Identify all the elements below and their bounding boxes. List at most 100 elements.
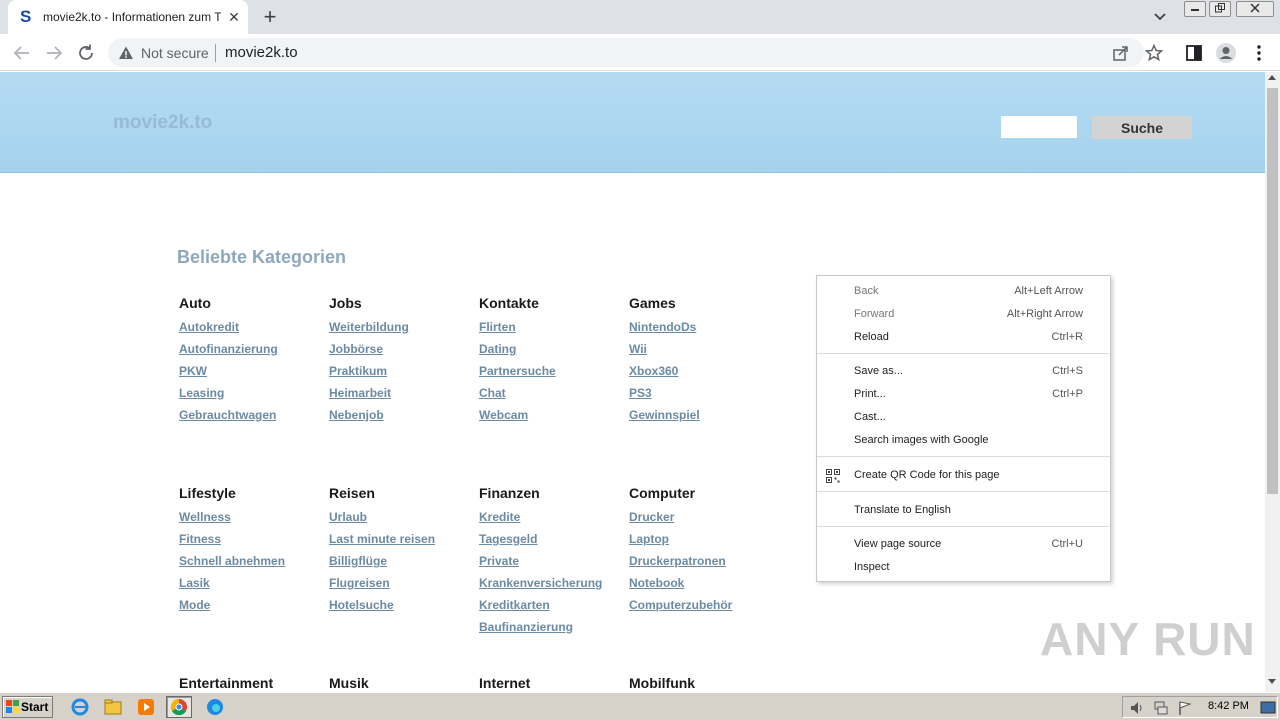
menu-item-print[interactable]: Print... Ctrl+P [817,383,1110,406]
menu-item-create-qr[interactable]: Create QR Code for this page [817,464,1110,487]
category-link[interactable]: Schnell abnehmen [179,550,329,572]
category-link[interactable]: Flugreisen [329,572,479,594]
close-window-button[interactable] [1236,1,1274,17]
volume-icon[interactable] [1129,700,1145,716]
share-icon[interactable] [1112,44,1130,62]
bookmark-star-icon[interactable] [1145,44,1163,62]
browser-tab[interactable]: S movie2k.to - Informationen zum The ✕ [8,0,248,34]
section-heading: Beliebte Kategorien [177,247,347,267]
category-title: Computer [629,485,696,501]
category-link[interactable]: Kreditkarten [479,594,629,616]
taskbar-clock[interactable]: 8:42 PM [1208,700,1249,712]
category-link[interactable]: Drucker [629,506,779,528]
search-button[interactable]: Suche [1092,116,1192,139]
menu-item-back[interactable]: Back Alt+Left Arrow [817,280,1110,303]
show-desktop-icon[interactable] [1260,701,1276,715]
vertical-scrollbar[interactable] [1265,72,1280,692]
context-menu: Back Alt+Left Arrow Forward Alt+Right Ar… [816,275,1111,582]
menu-item-reload[interactable]: Reload Ctrl+R [817,326,1110,349]
category-link[interactable]: Computerzubehör [629,594,779,616]
category-link[interactable]: Urlaub [329,506,479,528]
category-link[interactable]: Chat [479,382,629,404]
category-link[interactable]: Jobbörse [329,338,479,360]
edge-icon[interactable] [202,696,228,718]
menu-kebab-icon[interactable] [1248,42,1270,64]
category-link[interactable]: PS3 [629,382,779,404]
category-link[interactable]: Gebrauchtwagen [179,404,329,426]
new-tab-button[interactable]: + [258,6,282,28]
network-icon[interactable] [1153,700,1169,716]
category-link[interactable]: Notebook [629,572,779,594]
menu-item-label: Inspect [854,561,890,573]
category-link[interactable]: Nebenjob [329,404,479,426]
address-bar[interactable]: Not secure movie2k.to [108,38,1163,67]
scroll-down-arrow-icon[interactable] [1268,679,1276,684]
category-link[interactable]: Weiterbildung [329,316,479,338]
menu-item-inspect[interactable]: Inspect [817,556,1110,579]
category-link[interactable]: Gewinnspiel [629,404,779,426]
category-link[interactable]: Kredite [479,506,629,528]
category-link[interactable]: Private [479,550,629,572]
reload-icon[interactable] [75,42,97,64]
category-link[interactable]: Hotelsuche [329,594,479,616]
profile-avatar-icon[interactable] [1215,42,1237,64]
category-link[interactable]: Druckerpatronen [629,550,779,572]
site-title[interactable]: movie2k.to [113,112,212,134]
category-link[interactable]: Dating [479,338,629,360]
category-link[interactable]: Wii [629,338,779,360]
minimize-button[interactable] [1184,1,1206,17]
category-link[interactable]: Baufinanzierung [479,616,629,638]
category-link[interactable]: Lasik [179,572,329,594]
category-link[interactable]: Autofinanzierung [179,338,329,360]
menu-separator [817,526,1110,527]
back-arrow-icon[interactable] [11,42,33,64]
category-link[interactable]: PKW [179,360,329,382]
category-link[interactable]: Last minute reisen [329,528,479,550]
side-panel-icon[interactable] [1183,42,1205,64]
category-link[interactable]: Leasing [179,382,329,404]
category-link[interactable]: Praktikum [329,360,479,382]
category-column: Internet [479,670,629,692]
menu-item-shortcut: Alt+Right Arrow [1006,308,1083,320]
category-link[interactable]: Xbox360 [629,360,779,382]
scrollbar-thumb[interactable] [1267,88,1278,494]
category-link[interactable]: Krankenversicherung [479,572,629,594]
menu-item-label: Back [854,285,879,297]
category-link[interactable]: Fitness [179,528,329,550]
forward-arrow-icon[interactable] [43,42,65,64]
tab-close-icon[interactable]: ✕ [226,9,242,25]
site-favicon-icon: S [20,7,32,26]
category-link[interactable]: Mode [179,594,329,616]
chrome-taskbar-button[interactable] [166,696,192,718]
category-link[interactable]: Tagesgeld [479,528,629,550]
menu-item-search-images[interactable]: Search images with Google [817,429,1110,452]
category-link[interactable]: Laptop [629,528,779,550]
category-link[interactable]: Flirten [479,316,629,338]
start-button[interactable]: Start [2,696,53,718]
category-link[interactable]: Billigflüge [329,550,479,572]
category-link[interactable]: Partnersuche [479,360,629,382]
restore-button[interactable] [1209,1,1231,17]
menu-item-save-as[interactable]: Save as... Ctrl+S [817,360,1110,383]
menu-item-label: View page source [854,538,942,550]
warning-triangle-icon[interactable] [118,45,134,61]
ie-icon[interactable] [67,696,93,718]
category-title: Games [629,295,676,311]
media-player-icon[interactable] [133,696,159,718]
action-center-flag-icon[interactable] [1177,700,1193,716]
menu-item-view-source[interactable]: View page source Ctrl+U [817,533,1110,556]
category-link[interactable]: NintendoDs [629,316,779,338]
menu-item-translate[interactable]: Translate to English [817,499,1110,522]
explorer-icon[interactable] [100,696,126,718]
category-link[interactable]: Webcam [479,404,629,426]
scroll-up-arrow-icon[interactable] [1268,75,1276,80]
category-link[interactable]: Autokredit [179,316,329,338]
category-link[interactable]: Wellness [179,506,329,528]
url-text[interactable]: movie2k.to [225,44,298,61]
security-status[interactable]: Not secure [141,45,209,61]
menu-item-cast[interactable]: Cast... [817,406,1110,429]
menu-item-forward[interactable]: Forward Alt+Right Arrow [817,303,1110,326]
tab-search-chevron-icon[interactable] [1150,8,1170,26]
category-link[interactable]: Heimarbeit [329,382,479,404]
search-input[interactable] [1001,116,1077,138]
